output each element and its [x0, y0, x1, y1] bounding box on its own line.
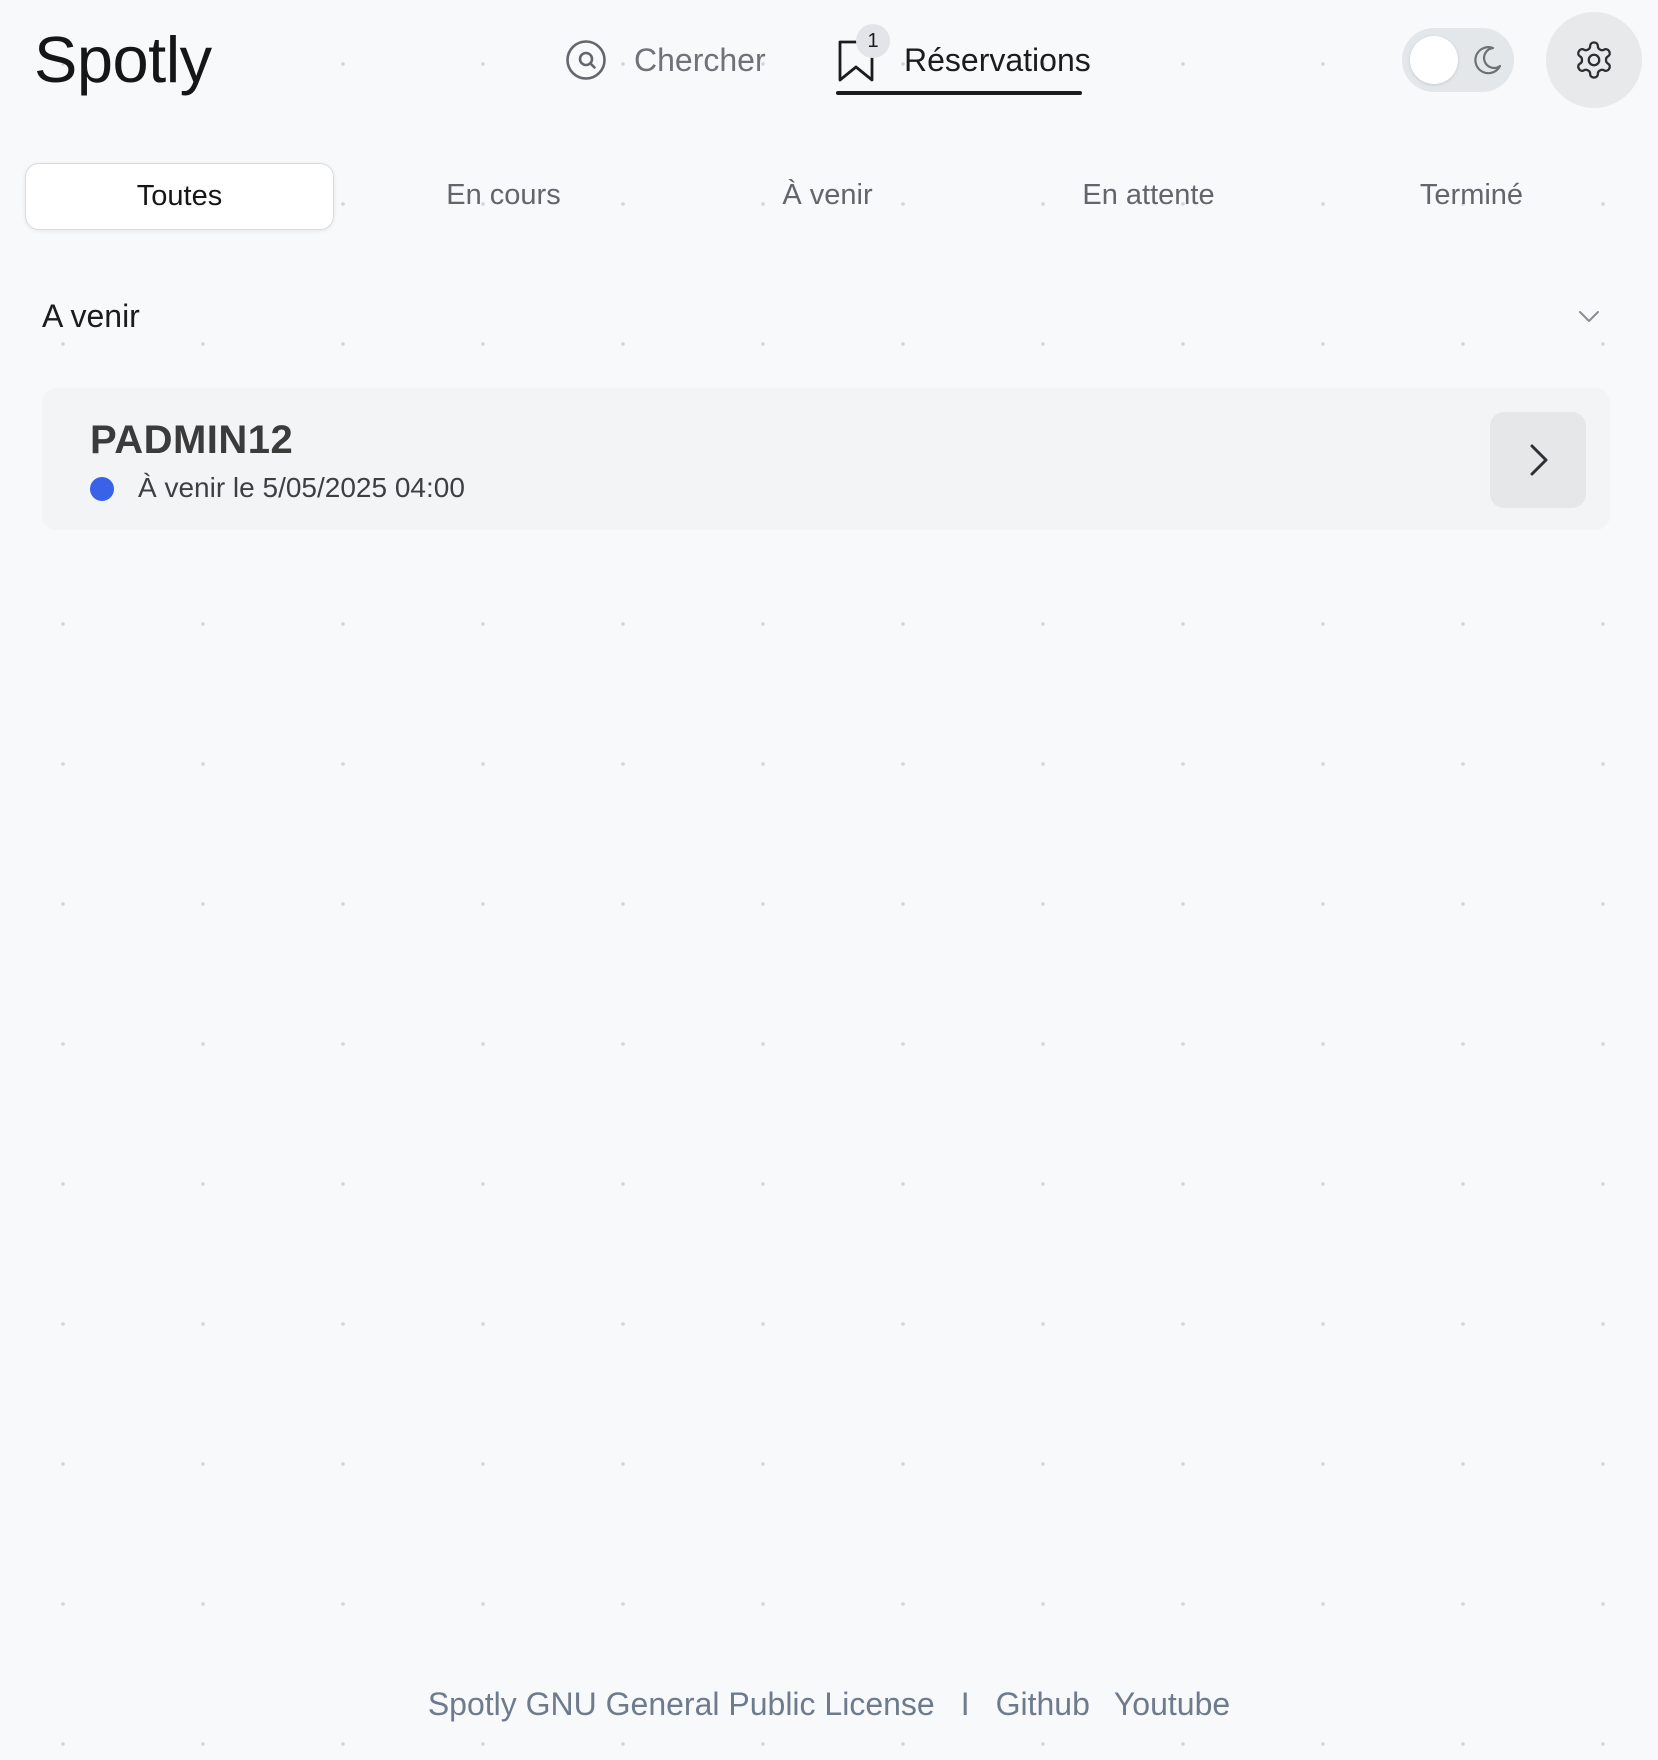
open-reservation-button[interactable] [1490, 412, 1586, 508]
section-a-venir-header[interactable]: A venir [42, 290, 1612, 342]
nav-search-label: Chercher [634, 41, 766, 78]
tab-a-venir[interactable]: À venir [680, 163, 975, 228]
section-title: A venir [42, 297, 140, 334]
tab-en-attente[interactable]: En attente [1001, 163, 1296, 228]
tab-toutes[interactable]: Toutes [25, 163, 334, 230]
license-link[interactable]: Spotly GNU General Public License [428, 1686, 935, 1723]
chevron-down-icon [1579, 311, 1599, 322]
app-logo[interactable]: Spotly [34, 22, 212, 97]
footer-separator: I [960, 1686, 970, 1722]
tab-en-cours[interactable]: En cours [356, 163, 651, 228]
reservation-status: À venir le 5/05/2025 04:00 [138, 472, 465, 503]
nav-search[interactable]: Chercher [564, 36, 766, 84]
reservation-card[interactable]: PADMIN12 À venir le 5/05/2025 04:00 [42, 388, 1610, 530]
chevron-right-icon [1530, 444, 1548, 476]
nav-reservations-label: Réservations [904, 41, 1091, 78]
footer: Spotly GNU General Public License I Gith… [0, 1686, 1658, 1723]
active-nav-underline [836, 91, 1082, 95]
github-link[interactable]: Github [996, 1686, 1090, 1723]
status-dot [90, 477, 114, 501]
reservations-count-badge: 1 [856, 24, 890, 58]
tab-termine[interactable]: Terminé [1324, 163, 1619, 228]
youtube-link[interactable]: Youtube [1114, 1686, 1230, 1723]
gear-icon [1577, 41, 1611, 79]
reservation-title: PADMIN12 [90, 418, 294, 462]
settings-button[interactable] [1546, 12, 1642, 108]
search-icon [566, 40, 606, 80]
toggle-knob [1410, 36, 1458, 84]
moon-icon [1474, 46, 1502, 75]
theme-toggle[interactable] [1402, 28, 1514, 92]
